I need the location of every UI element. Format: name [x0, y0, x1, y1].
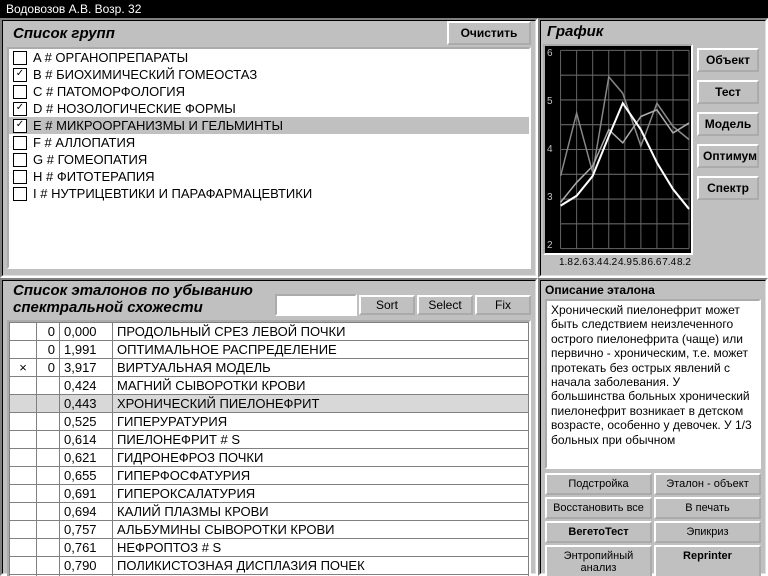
group-item[interactable]: G # ГОМЕОПАТИЯ	[9, 151, 529, 168]
table-row[interactable]: 0,790ПОЛИКИСТОЗНАЯ ДИСПЛАЗИЯ ПОЧЕК	[10, 557, 529, 575]
checkbox-icon[interactable]	[13, 187, 27, 201]
table-row[interactable]: 0,621ГИДРОНЕФРОЗ ПОЧКИ	[10, 449, 529, 467]
chart-header: График	[541, 21, 765, 42]
оптимум-button[interactable]: Оптимум	[697, 144, 759, 168]
table-row[interactable]: 0,761НЕФРОПТОЗ # S	[10, 539, 529, 557]
group-item[interactable]: B # БИОХИМИЧЕСКИЙ ГОМЕОСТАЗ	[9, 66, 529, 83]
vegetotest-button[interactable]: ВегетоТест	[545, 521, 652, 543]
table-row[interactable]: 0,694КАЛИЙ ПЛАЗМЫ КРОВИ	[10, 503, 529, 521]
table-row[interactable]: 0,655ГИПЕРФОСФАТУРИЯ	[10, 467, 529, 485]
table-row[interactable]: 0,443ХРОНИЧЕСКИЙ ПИЕЛОНЕФРИТ	[10, 395, 529, 413]
объект-button[interactable]: Объект	[697, 48, 759, 72]
sort-button[interactable]: Sort	[359, 295, 415, 315]
checkbox-icon[interactable]	[13, 102, 27, 116]
groups-panel: Список групп Очистить A # ОРГАНОПРЕПАРАТ…	[0, 18, 538, 278]
checkbox-icon[interactable]	[13, 119, 27, 133]
description-text[interactable]: Хронический пиелонефрит может быть следс…	[545, 299, 761, 469]
group-item-label: C # ПАТОМОРФОЛОГИЯ	[33, 84, 185, 99]
print-button[interactable]: В печать	[654, 497, 761, 519]
clear-button[interactable]: Очистить	[447, 21, 531, 45]
checkbox-icon[interactable]	[13, 136, 27, 150]
group-item[interactable]: D # НОЗОЛОГИЧЕСКИЕ ФОРМЫ	[9, 100, 529, 117]
group-item-label: A # ОРГАНОПРЕПАРАТЫ	[33, 50, 188, 65]
select-button[interactable]: Select	[417, 295, 473, 315]
chart-panel: График 65432 1.82.63.44.24.95.86.67.48.2…	[538, 18, 768, 278]
etalons-header: Список эталонов по убыванию спектральной…	[7, 281, 275, 318]
table-row[interactable]: 0,757АЛЬБУМИНЫ СЫВОРОТКИ КРОВИ	[10, 521, 529, 539]
тест-button[interactable]: Тест	[697, 80, 759, 104]
etalons-panel: Список эталонов по убыванию спектральной…	[0, 278, 538, 576]
description-panel: Описание эталона Хронический пиелонефрит…	[538, 278, 768, 576]
group-item-label: F # АЛЛОПАТИЯ	[33, 135, 135, 150]
etalons-table[interactable]: 00,000ПРОДОЛЬНЫЙ СРЕЗ ЛЕВОЙ ПОЧКИ01,991О…	[7, 320, 531, 576]
group-item[interactable]: E # МИКРООРГАНИЗМЫ И ГЕЛЬМИНТЫ	[9, 117, 529, 134]
etalon-object-button[interactable]: Эталон - объект	[654, 473, 761, 495]
table-row[interactable]: 00,000ПРОДОЛЬНЫЙ СРЕЗ ЛЕВОЙ ПОЧКИ	[10, 323, 529, 341]
group-item-label: D # НОЗОЛОГИЧЕСКИЕ ФОРМЫ	[33, 101, 236, 116]
checkbox-icon[interactable]	[13, 153, 27, 167]
спектр-button[interactable]: Спектр	[697, 176, 759, 200]
reprinter-button[interactable]: Reprinter	[654, 545, 761, 576]
checkbox-icon[interactable]	[13, 68, 27, 82]
fix-button[interactable]: Fix	[475, 295, 531, 315]
table-row[interactable]: 0,424МАГНИЙ СЫВОРОТКИ КРОВИ	[10, 377, 529, 395]
window-title: Водовозов А.В. Возр. 32	[0, 0, 768, 18]
table-row[interactable]: 0,691ГИПЕРОКСАЛАТУРИЯ	[10, 485, 529, 503]
description-header: Описание эталона	[541, 281, 765, 299]
group-item-label: B # БИОХИМИЧЕСКИЙ ГОМЕОСТАЗ	[33, 67, 257, 82]
table-row[interactable]: 0,614ПИЕЛОНЕФРИТ # S	[10, 431, 529, 449]
epicrisis-button[interactable]: Эпикриз	[654, 521, 761, 543]
group-item[interactable]: A # ОРГАНОПРЕПАРАТЫ	[9, 49, 529, 66]
group-item-label: I # НУТРИЦЕВТИКИ И ПАРАФАРМАЦЕВТИКИ	[33, 186, 312, 201]
модель-button[interactable]: Модель	[697, 112, 759, 136]
table-row[interactable]: 0,525ГИПЕРУРАТУРИЯ	[10, 413, 529, 431]
tune-button[interactable]: Подстройка	[545, 473, 652, 495]
checkbox-icon[interactable]	[13, 85, 27, 99]
chart-area: 65432	[543, 44, 693, 255]
group-item[interactable]: H # ФИТОТЕРАПИЯ	[9, 168, 529, 185]
groups-header: Список групп	[7, 23, 121, 44]
checkbox-icon[interactable]	[13, 51, 27, 65]
checkbox-icon[interactable]	[13, 170, 27, 184]
groups-list[interactable]: A # ОРГАНОПРЕПАРАТЫ B # БИОХИМИЧЕСКИЙ ГОМ…	[7, 47, 531, 269]
chart-x-axis: 1.82.63.44.24.95.86.67.48.2	[543, 255, 693, 270]
group-item-label: H # ФИТОТЕРАПИЯ	[33, 169, 155, 184]
group-item-label: G # ГОМЕОПАТИЯ	[33, 152, 147, 167]
group-item-label: E # МИКРООРГАНИЗМЫ И ГЕЛЬМИНТЫ	[33, 118, 283, 133]
group-item[interactable]: F # АЛЛОПАТИЯ	[9, 134, 529, 151]
table-row[interactable]: 01,991ОПТИМАЛЬНОЕ РАСПРЕДЕЛЕНИЕ	[10, 341, 529, 359]
group-item[interactable]: I # НУТРИЦЕВТИКИ И ПАРАФАРМАЦЕВТИКИ	[9, 185, 529, 202]
etalons-filter-input[interactable]	[275, 294, 357, 316]
group-item[interactable]: C # ПАТОМОРФОЛОГИЯ	[9, 83, 529, 100]
restore-all-button[interactable]: Восстановить все	[545, 497, 652, 519]
table-row[interactable]: ×03,917ВИРТУАЛЬНАЯ МОДЕЛЬ	[10, 359, 529, 377]
entropy-button[interactable]: Энтропийный анализ	[545, 545, 652, 576]
